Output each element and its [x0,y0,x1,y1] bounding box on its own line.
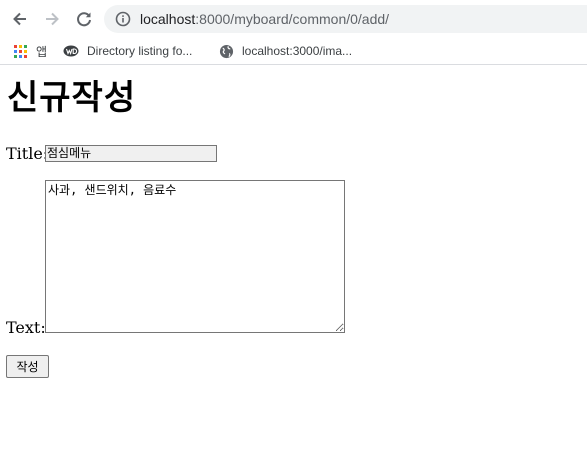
page-title: 신규작성 [7,78,137,118]
title-label: Title: [6,144,49,163]
browser-toolbar: localhost:8000/myboard/common/0/add/ [0,0,587,38]
bookmark-directory-listing[interactable]: Directory listing fo... [63,42,192,60]
url-path: :8000/myboard/common/0/add/ [195,11,390,27]
reload-button[interactable] [73,8,95,30]
title-input[interactable] [45,145,217,162]
text-label: Text: [6,318,46,337]
bookmark-localhost-3000[interactable]: localhost:3000/ima... [218,42,352,60]
back-arrow-icon [13,12,26,26]
submit-button[interactable]: 작성 [6,355,49,378]
bookmark-apps[interactable]: 앱 [12,42,47,60]
address-bar[interactable]: localhost:8000/myboard/common/0/add/ [104,5,587,33]
forward-arrow-icon [46,12,59,26]
bookmarks-bar: 앱 Directory listing fo... localhost:3000… [0,38,587,65]
back-button[interactable] [9,8,31,30]
globe-icon [218,43,234,59]
info-icon[interactable] [114,10,132,28]
reload-icon [77,12,91,27]
bookmark-label: localhost:3000/ima... [242,44,353,58]
forward-button[interactable] [41,8,63,30]
wd-logo-icon [63,43,79,59]
url-text: localhost:8000/myboard/common/0/add/ [140,11,389,27]
url-host: localhost [140,11,196,27]
apps-grid-icon [12,43,28,59]
text-textarea[interactable]: 사과, 샌드위치, 음료수 [45,180,345,333]
bookmark-label: Directory listing fo... [87,44,193,58]
bookmark-label: 앱 [36,44,48,59]
